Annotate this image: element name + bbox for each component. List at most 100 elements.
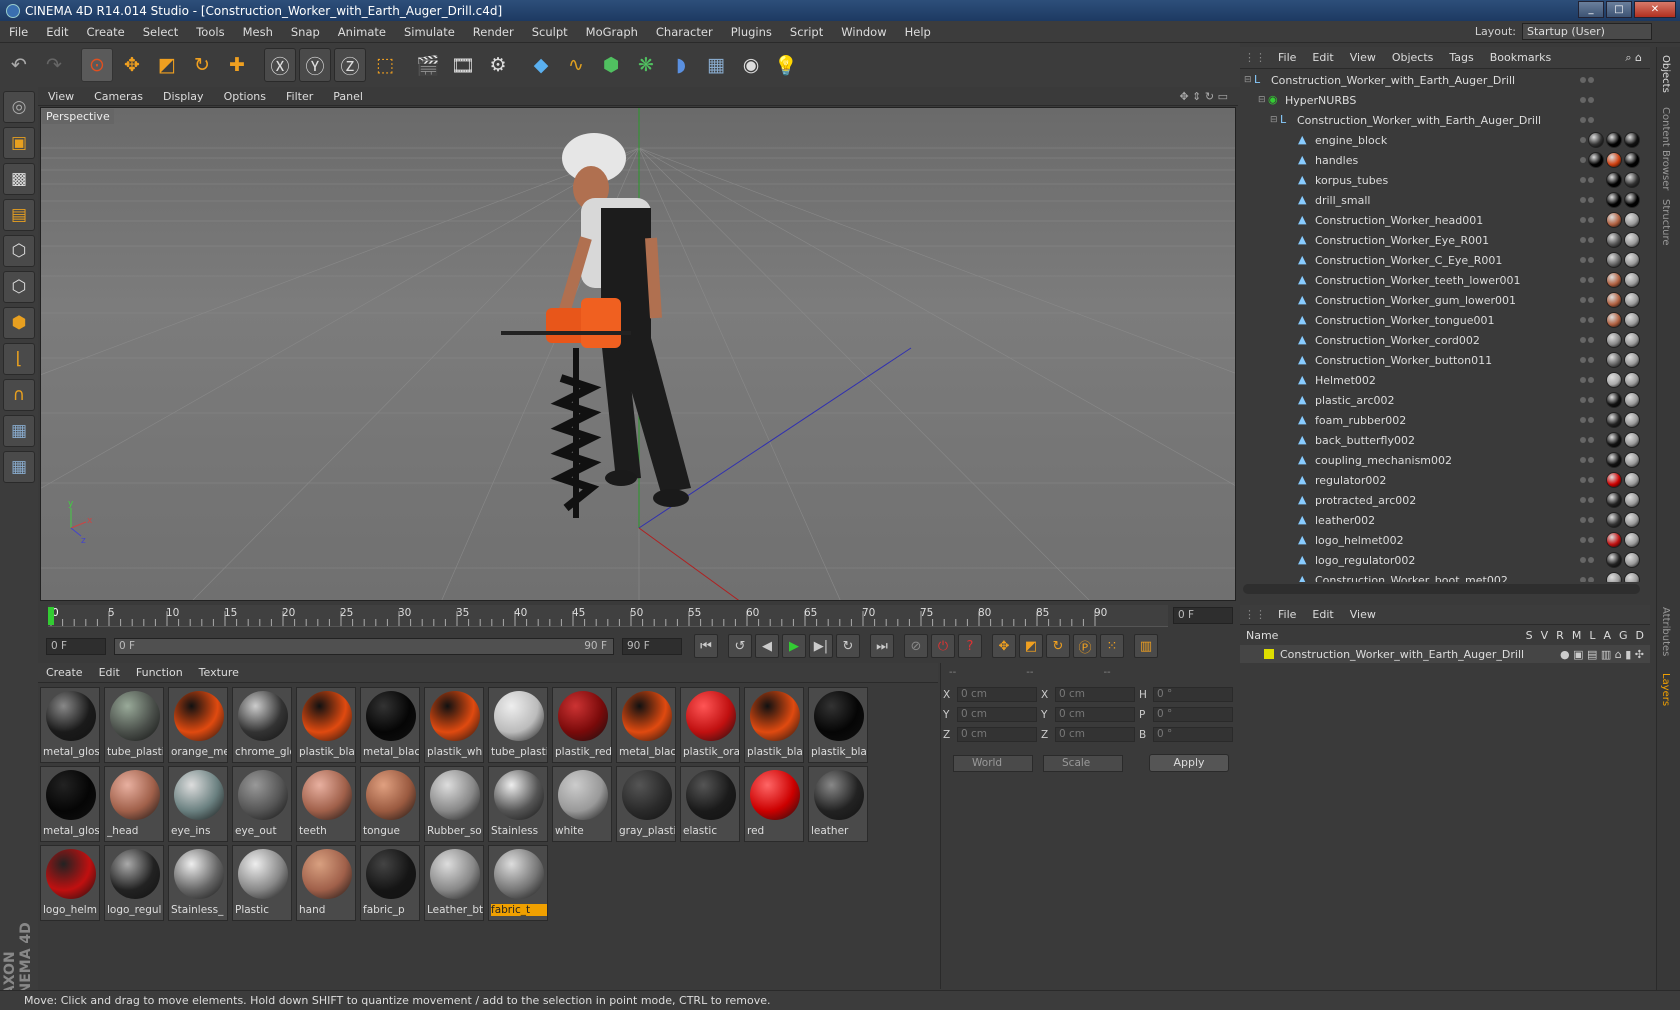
tab-objects[interactable]: Objects xyxy=(1660,55,1671,93)
object-row[interactable]: ▲ korpus_tubes xyxy=(1240,170,1650,190)
object-row[interactable]: ▲ handles xyxy=(1240,150,1650,170)
material-swatch[interactable]: Plastic xyxy=(232,845,292,921)
visibility-dots[interactable] xyxy=(1580,512,1598,528)
material-swatch[interactable]: tube_plasti xyxy=(104,687,164,763)
menu-character[interactable]: Character xyxy=(647,25,722,39)
deformer-icon[interactable]: ◗ xyxy=(665,48,697,82)
material-swatch[interactable]: leather xyxy=(808,766,868,842)
visibility-dots[interactable] xyxy=(1580,112,1598,128)
visibility-dots[interactable] xyxy=(1580,92,1598,108)
workplane-lock-icon[interactable]: ▦ xyxy=(3,415,35,447)
material-tag-icon[interactable] xyxy=(1624,332,1640,348)
visibility-dots[interactable] xyxy=(1580,392,1598,408)
material-swatch[interactable]: orange_me xyxy=(168,687,228,763)
material-tag-icon[interactable] xyxy=(1606,312,1622,328)
material-tag-icon[interactable] xyxy=(1606,152,1622,168)
key-scale-icon[interactable]: ◩ xyxy=(1019,634,1043,658)
material-tag-icon[interactable] xyxy=(1624,352,1640,368)
material-swatch[interactable]: metal_glos xyxy=(40,766,100,842)
material-tag-icon[interactable] xyxy=(1606,292,1622,308)
material-swatch[interactable]: eye_ins xyxy=(168,766,228,842)
timeline[interactable]: 0 5 10 15 20 25 30 35 40 45 50 55 60 65 … xyxy=(38,601,1238,631)
menu-mograph[interactable]: MoGraph xyxy=(577,25,647,39)
mat-menu-function[interactable]: Function xyxy=(128,666,191,679)
object-row[interactable]: ▲ Construction_Worker_teeth_lower001 xyxy=(1240,270,1650,290)
material-tag-icon[interactable] xyxy=(1588,152,1604,168)
material-swatch[interactable]: Stainless_ xyxy=(168,845,228,921)
model-mode-icon[interactable]: ▣ xyxy=(3,127,35,159)
visibility-dots[interactable] xyxy=(1580,212,1598,228)
object-row[interactable]: ▲ plastic_arc002 xyxy=(1240,390,1650,410)
start-frame-field[interactable]: 0 F xyxy=(46,637,106,655)
material-swatch[interactable]: metal_glos xyxy=(40,687,100,763)
obj-menu-objects[interactable]: Objects xyxy=(1384,51,1442,64)
material-swatch[interactable]: eye_out xyxy=(232,766,292,842)
size-z-field[interactable]: 0 cm xyxy=(1055,727,1135,742)
apply-button[interactable]: Apply xyxy=(1149,754,1229,772)
material-swatch[interactable]: _head xyxy=(104,766,164,842)
workplane-icon[interactable]: ▤ xyxy=(3,199,35,231)
light-icon[interactable]: 💡 xyxy=(770,48,802,82)
play-icon[interactable]: ▶ xyxy=(782,634,806,658)
object-row[interactable]: ▲ Construction_Worker_button011 xyxy=(1240,350,1650,370)
menu-select[interactable]: Select xyxy=(134,25,187,39)
obj-menu-bookmarks[interactable]: Bookmarks xyxy=(1482,51,1559,64)
obj-menu-file[interactable]: File xyxy=(1270,51,1304,64)
object-row[interactable]: ▲ Construction_Worker_gum_lower001 xyxy=(1240,290,1650,310)
material-tag-icon[interactable] xyxy=(1606,572,1622,582)
menu-tools[interactable]: Tools xyxy=(187,25,233,39)
obj-menu-view[interactable]: View xyxy=(1342,51,1384,64)
material-tag-icon[interactable] xyxy=(1606,452,1622,468)
material-swatch[interactable]: plastik_wh xyxy=(424,687,484,763)
material-tag-icon[interactable] xyxy=(1624,312,1640,328)
key-pla-icon[interactable]: ⁙ xyxy=(1100,634,1124,658)
snap-magnet-icon[interactable]: ∩ xyxy=(3,379,35,411)
current-frame-field[interactable]: 0 F xyxy=(1173,607,1233,624)
material-swatch[interactable]: fabric_p xyxy=(360,845,420,921)
visibility-dots[interactable] xyxy=(1580,572,1598,582)
coordinate-system-icon[interactable]: ⬚ xyxy=(369,48,401,82)
visibility-dots[interactable] xyxy=(1580,272,1598,288)
material-tag-icon[interactable] xyxy=(1606,412,1622,428)
size-y-field[interactable]: 0 cm xyxy=(1055,707,1135,722)
points-mode-icon[interactable]: ⬡ xyxy=(3,235,35,267)
position-x-field[interactable]: 0 cm xyxy=(957,687,1037,702)
visibility-dots[interactable] xyxy=(1580,72,1598,88)
material-swatch[interactable]: gray_plasti xyxy=(616,766,676,842)
rotation-b-field[interactable]: 0 ° xyxy=(1153,727,1233,742)
make-editable-icon[interactable]: ◎ xyxy=(3,91,35,123)
go-to-start-icon[interactable]: ⏮ xyxy=(694,634,718,658)
material-tag-icon[interactable] xyxy=(1606,172,1622,188)
material-tag-icon[interactable] xyxy=(1624,212,1640,228)
material-tag-icon[interactable] xyxy=(1606,432,1622,448)
object-row[interactable]: ▲ Construction_Worker_boot_met002 xyxy=(1240,570,1650,582)
perspective-viewport[interactable]: y x z Perspective xyxy=(40,107,1236,601)
menu-file[interactable]: File xyxy=(0,25,37,39)
material-tag-icon[interactable] xyxy=(1606,492,1622,508)
visibility-dots[interactable] xyxy=(1580,412,1598,428)
object-row[interactable]: ⊟ L Construction_Worker_with_Earth_Auger_D… xyxy=(1240,70,1650,90)
layer-color-swatch[interactable] xyxy=(1264,649,1274,659)
material-tag-icon[interactable] xyxy=(1606,552,1622,568)
array-icon[interactable]: ❋ xyxy=(630,48,662,82)
object-scrollbar[interactable] xyxy=(1243,584,1640,594)
visibility-dots[interactable] xyxy=(1580,492,1598,508)
menu-render[interactable]: Render xyxy=(464,25,523,39)
edges-mode-icon[interactable]: ⬡ xyxy=(3,271,35,303)
material-tag-icon[interactable] xyxy=(1624,152,1640,168)
coordinate-mode-dropdown[interactable]: World xyxy=(953,755,1033,772)
solo-mode-icon[interactable]: ▦ xyxy=(3,451,35,483)
go-to-end-icon[interactable]: ⏭ xyxy=(870,634,894,658)
material-tag-icon[interactable] xyxy=(1624,472,1640,488)
mat-menu-edit[interactable]: Edit xyxy=(91,666,128,679)
object-row[interactable]: ▲ Construction_Worker_cord002 xyxy=(1240,330,1650,350)
visibility-dots[interactable] xyxy=(1580,232,1598,248)
key-rotation-icon[interactable]: ↻ xyxy=(1046,634,1070,658)
menu-plugins[interactable]: Plugins xyxy=(722,25,781,39)
cube-primitive-icon[interactable]: ◆ xyxy=(525,48,557,82)
search-icon[interactable]: ⌕ ⌂ xyxy=(1617,51,1650,65)
material-tag-icon[interactable] xyxy=(1606,212,1622,228)
material-tag-icon[interactable] xyxy=(1588,132,1604,148)
material-swatch[interactable]: elastic xyxy=(680,766,740,842)
object-row[interactable]: ▲ protracted_arc002 xyxy=(1240,490,1650,510)
